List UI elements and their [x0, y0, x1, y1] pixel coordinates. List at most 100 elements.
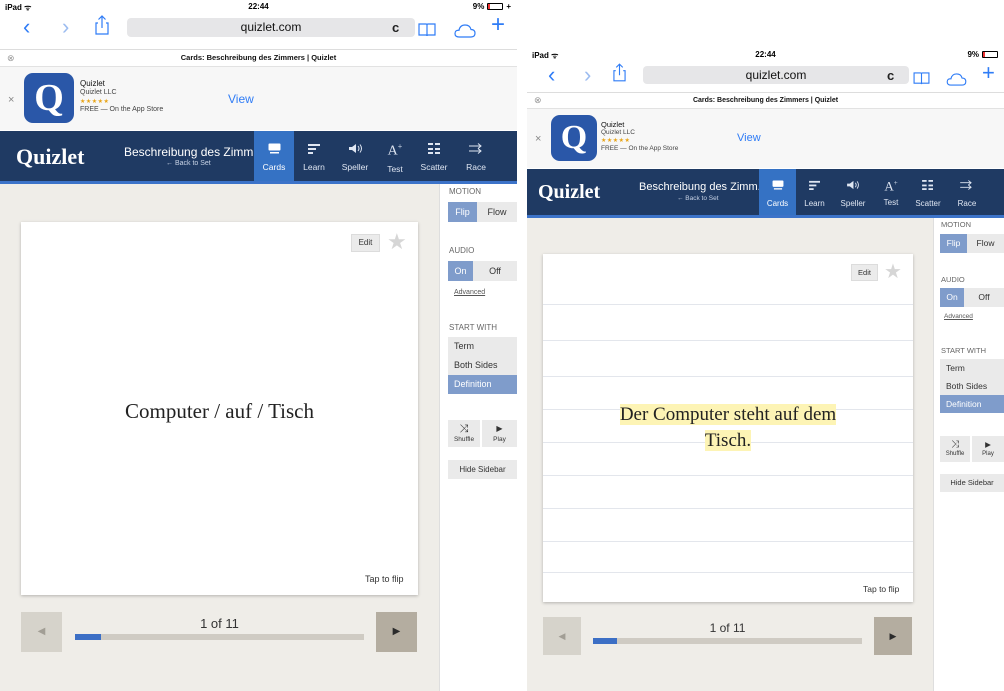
learn-icon — [307, 144, 320, 154]
new-tab-icon[interactable]: + — [491, 13, 505, 37]
bookmarks-icon[interactable] — [913, 67, 930, 89]
shuffle-button[interactable]: ⤨ Shuffle — [448, 420, 480, 447]
share-icon[interactable] — [613, 63, 626, 86]
hide-sidebar-button[interactable]: Hide Sidebar — [448, 460, 517, 479]
audio-off-option[interactable]: Off — [473, 261, 517, 281]
star-icon[interactable]: ★ — [884, 259, 902, 284]
address-bar[interactable]: quizlet.com — [643, 66, 909, 84]
banner-close-icon[interactable]: × — [535, 133, 541, 145]
start-definition-option[interactable]: Definition — [940, 395, 1004, 413]
audio-off-option[interactable]: Off — [964, 288, 1004, 307]
close-tab-icon[interactable]: ⊗ — [534, 93, 542, 108]
banner-rating-stars: ★★★★★ — [601, 138, 631, 144]
banner-view-button[interactable]: View — [228, 92, 254, 106]
speaker-icon — [348, 144, 362, 153]
back-arrow-icon[interactable]: ‹ — [23, 16, 30, 38]
back-arrow-icon[interactable]: ‹ — [548, 64, 555, 86]
close-tab-icon[interactable]: ⊗ — [7, 50, 15, 66]
tab-race[interactable]: Race — [949, 169, 985, 215]
tab-speller[interactable]: Speller — [334, 131, 376, 181]
reload-icon[interactable]: c — [392, 18, 399, 37]
shuffle-label: Shuffle — [453, 436, 475, 443]
tab-cards[interactable]: Cards — [759, 169, 796, 215]
ruled-line — [543, 508, 913, 509]
banner-app-name: Quizlet — [80, 79, 105, 88]
ruled-line — [543, 572, 913, 573]
start-with-list: Term Both Sides Definition — [448, 337, 517, 394]
tab-test[interactable]: A+ Test — [876, 169, 906, 215]
next-card-button[interactable]: ▶ — [874, 617, 912, 655]
bookmarks-icon[interactable] — [418, 19, 436, 41]
motion-flip-option[interactable]: Flip — [940, 234, 967, 253]
motion-flow-option[interactable]: Flow — [967, 234, 1004, 253]
motion-heading: MOTION — [941, 220, 971, 229]
share-icon[interactable] — [95, 15, 109, 39]
start-term-option[interactable]: Term — [940, 359, 1004, 377]
shuffle-icon: ⤨ — [459, 423, 469, 435]
start-both-sides-option[interactable]: Both Sides — [940, 377, 1004, 395]
audio-on-option[interactable]: On — [940, 288, 964, 307]
banner-close-icon[interactable]: × — [8, 94, 14, 106]
quizlet-logo[interactable]: Quizlet — [16, 144, 84, 170]
edit-button[interactable]: Edit — [851, 264, 878, 281]
scatter-icon — [922, 180, 933, 190]
next-card-button[interactable]: ▶ — [376, 612, 417, 652]
set-title[interactable]: Beschreibung des Zimm.. — [124, 145, 260, 159]
ruled-line — [543, 376, 913, 377]
quizlet-logo[interactable]: Quizlet — [538, 181, 600, 204]
new-tab-icon[interactable]: + — [982, 62, 995, 84]
triangle-left-icon: ◀ — [558, 631, 566, 641]
tab-race[interactable]: Race — [457, 131, 495, 181]
start-term-option[interactable]: Term — [448, 337, 517, 356]
previous-card-button[interactable]: ◀ — [543, 617, 581, 655]
tab-label: Learn — [804, 199, 825, 208]
tab-learn[interactable]: Learn — [798, 169, 831, 215]
forward-arrow-icon[interactable]: › — [584, 64, 591, 86]
shuffle-button[interactable]: ⤨ Shuffle — [940, 436, 970, 462]
tab-scatter[interactable]: Scatter — [414, 131, 454, 181]
star-icon[interactable]: ★ — [387, 229, 407, 255]
shuffle-label: Shuffle — [945, 451, 965, 457]
cloud-tabs-icon[interactable] — [946, 68, 967, 90]
tab-learn[interactable]: Learn — [296, 131, 332, 181]
tab-scatter[interactable]: Scatter — [909, 169, 947, 215]
play-icon: ▶ — [985, 440, 991, 449]
banner-price: FREE — On the App Store — [601, 145, 679, 152]
progress-label: 1 of 11 — [709, 621, 746, 635]
tab-speller[interactable]: Speller — [833, 169, 873, 215]
ruled-line — [543, 304, 913, 305]
cloud-tabs-icon[interactable] — [454, 20, 476, 42]
flashcard[interactable]: Edit ★ Der Computer steht auf dem Tisch.… — [543, 254, 913, 602]
reload-icon[interactable]: c — [887, 66, 894, 85]
progress-bar — [593, 638, 862, 644]
quizlet-header: Quizlet Beschreibung des Zimm.. ← Back t… — [527, 169, 1004, 218]
quizlet-header: Quizlet Beschreibung des Zimm.. ← Back t… — [0, 131, 517, 184]
forward-arrow-icon[interactable]: › — [62, 16, 69, 38]
back-to-set-link[interactable]: ← Back to Set — [677, 195, 719, 202]
start-both-sides-option[interactable]: Both Sides — [448, 356, 517, 375]
progress-fill — [75, 634, 101, 640]
play-button[interactable]: ▶ Play — [482, 420, 517, 447]
flashcard[interactable]: Edit ★ Computer / auf / Tisch Tap to fli… — [21, 222, 418, 595]
set-title[interactable]: Beschreibung des Zimm.. — [639, 181, 764, 193]
edit-button[interactable]: Edit — [351, 234, 380, 252]
cards-icon — [772, 180, 783, 190]
play-button[interactable]: ▶ Play — [972, 436, 1004, 462]
previous-card-button[interactable]: ◀ — [21, 612, 62, 652]
advanced-link[interactable]: Advanced — [454, 289, 485, 296]
quizlet-app-icon[interactable]: Q — [551, 115, 597, 161]
app-store-banner: × Q Quizlet Quizlet LLC ★★★★★ FREE — On … — [0, 66, 517, 130]
audio-on-option[interactable]: On — [448, 261, 473, 281]
tab-cards[interactable]: Cards — [254, 131, 294, 181]
banner-view-button[interactable]: View — [737, 132, 761, 144]
start-definition-option[interactable]: Definition — [448, 375, 517, 394]
tab-label: Scatter — [420, 162, 448, 172]
address-bar[interactable]: quizlet.com — [127, 18, 415, 37]
tab-test[interactable]: A+ Test — [379, 131, 411, 181]
advanced-link[interactable]: Advanced — [944, 313, 973, 320]
back-to-set-link[interactable]: ← Back to Set — [166, 160, 211, 167]
quizlet-app-icon[interactable]: Q — [24, 73, 74, 123]
motion-flow-option[interactable]: Flow — [477, 202, 517, 222]
hide-sidebar-button[interactable]: Hide Sidebar — [940, 474, 1004, 492]
motion-flip-option[interactable]: Flip — [448, 202, 477, 222]
